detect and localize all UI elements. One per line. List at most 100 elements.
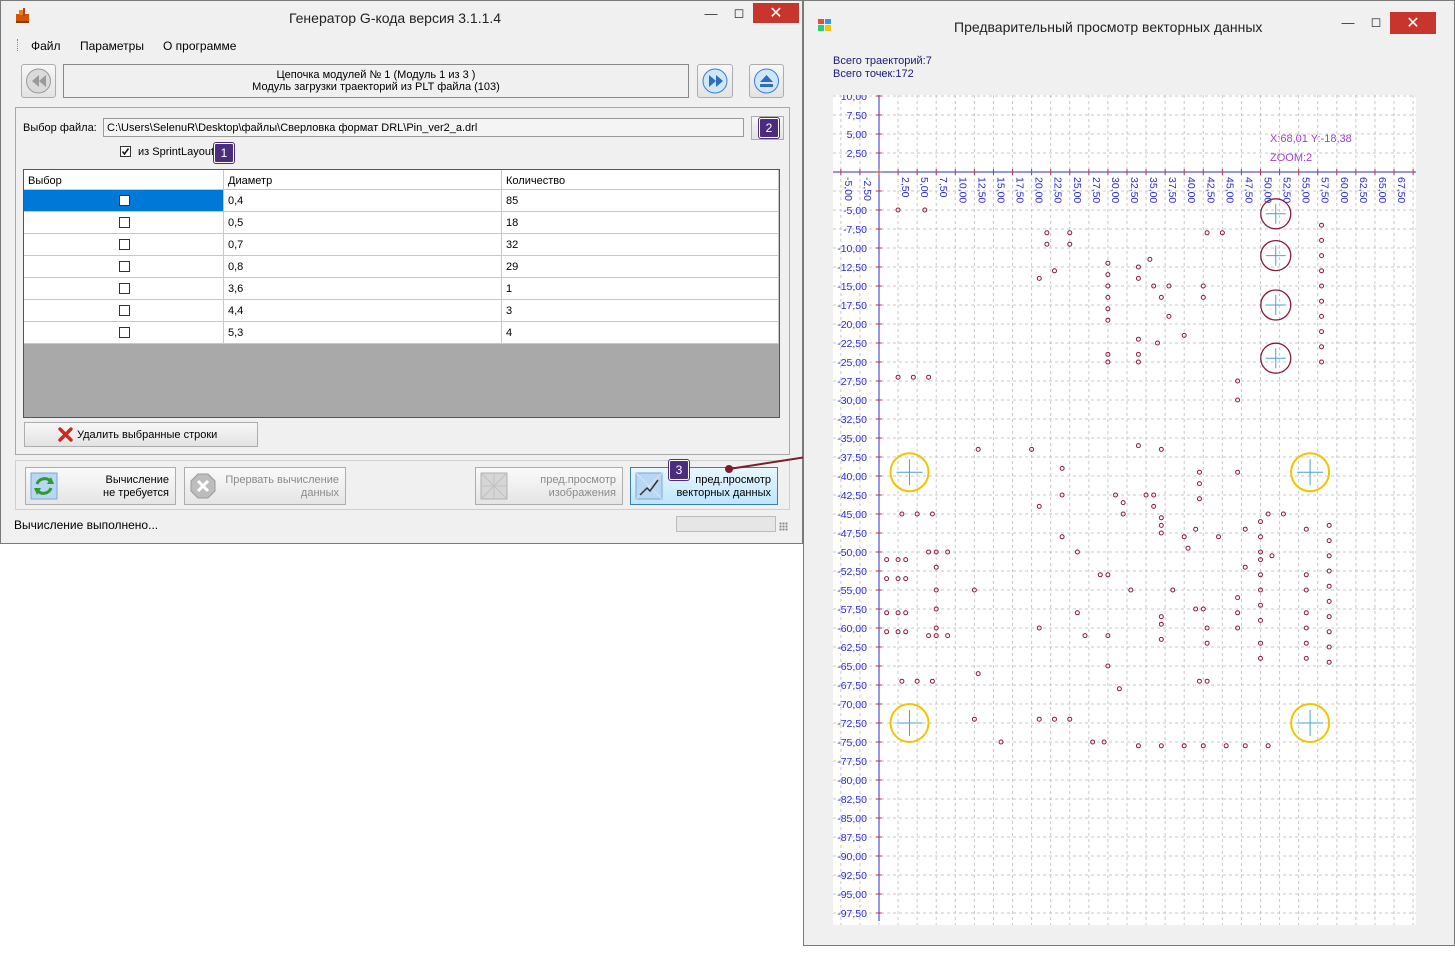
x-tick-label: 62,50 <box>1357 177 1369 203</box>
drill-point <box>1204 230 1210 236</box>
x-tick-label: 30,00 <box>1109 177 1121 203</box>
x-tick-label: 17,50 <box>1014 177 1026 203</box>
eject-button[interactable] <box>749 64 784 98</box>
file-path-field[interactable]: C:\Users\SelenuR\Desktop\файлы\Сверловка… <box>103 118 744 137</box>
drill-point <box>1265 743 1271 749</box>
close-icon[interactable]: ✕ <box>753 3 799 23</box>
row-select-checkbox[interactable] <box>119 239 130 250</box>
drill-point <box>1303 572 1309 578</box>
drill-point <box>975 671 981 677</box>
table-row-select-cell[interactable] <box>24 212 224 234</box>
table-row-select-cell[interactable] <box>24 278 224 300</box>
next-module-button[interactable] <box>697 64 733 98</box>
y-tick-label: -50,00 <box>837 547 867 559</box>
calc-line1: Вычисление <box>105 474 170 486</box>
drill-point <box>1059 465 1065 471</box>
total-paths: Всего траекторий:7 <box>833 55 932 67</box>
table-row-select-cell[interactable] <box>24 322 224 344</box>
table-row-select-cell[interactable] <box>24 300 224 322</box>
x-tick-label: 47,50 <box>1242 177 1254 203</box>
drill-point <box>1036 275 1042 281</box>
y-tick-label: -97,50 <box>837 908 867 920</box>
calc-button[interactable]: Вычисление не требуется <box>25 467 176 505</box>
preview-titlebar[interactable]: Предварительный просмотр векторных данны… <box>804 1 1454 35</box>
y-tick-label: -7,50 <box>843 224 867 236</box>
menu-file[interactable]: Файл <box>31 39 61 53</box>
drill-point <box>1319 268 1325 274</box>
total-points: Всего точек:172 <box>833 68 914 80</box>
row-select-checkbox[interactable] <box>119 195 130 206</box>
prev-module-button[interactable] <box>21 64 56 98</box>
x-tick-label: 10,00 <box>956 177 968 203</box>
drill-point <box>1135 351 1141 357</box>
drill-point <box>1158 614 1164 620</box>
abort-button[interactable]: Прервать вычисление данных <box>184 467 346 505</box>
preview-image-label: пред.просмотр изображения <box>540 474 616 500</box>
x-tick-label: 12,50 <box>975 177 987 203</box>
y-tick-label: -25,00 <box>837 357 867 369</box>
drill-point <box>975 446 981 452</box>
y-tick-label: -85,00 <box>837 813 867 825</box>
drill-point <box>1235 610 1241 616</box>
resize-grip-icon[interactable] <box>779 522 788 531</box>
y-tick-label: -27,50 <box>837 376 867 388</box>
drill-point <box>1196 469 1202 475</box>
preview-image-line2: изображения <box>548 487 616 499</box>
x-tick-label: 22,50 <box>1052 177 1064 203</box>
drill-point <box>1135 443 1141 449</box>
y-tick-label: -17,50 <box>837 300 867 312</box>
table-cell-count: 29 <box>502 256 779 278</box>
drill-point <box>1242 743 1248 749</box>
drill-point <box>1326 583 1332 589</box>
abort-line2: данных <box>300 487 339 499</box>
drill-point <box>1196 678 1202 684</box>
y-tick-label: -30,00 <box>837 395 867 407</box>
drill-point <box>884 557 890 563</box>
drill-point <box>1158 636 1164 642</box>
preview-maximize-icon[interactable]: ◻ <box>1362 12 1390 32</box>
table-cell-diameter: 5,3 <box>224 322 502 344</box>
preview-close-icon[interactable]: ✕ <box>1390 12 1436 34</box>
y-tick-label: -47,50 <box>837 528 867 540</box>
row-select-checkbox[interactable] <box>119 261 130 272</box>
table-row-select-cell[interactable] <box>24 256 224 278</box>
table-cell-diameter: 0,4 <box>224 190 502 212</box>
y-tick-label: -57,50 <box>837 604 867 616</box>
preview-image-line1: пред.просмотр <box>540 474 616 486</box>
table-cell-count: 3 <box>502 300 779 322</box>
drill-point <box>1326 614 1332 620</box>
sprint-layout-checkbox[interactable] <box>120 146 131 157</box>
minimize-icon[interactable]: — <box>697 3 725 23</box>
table-cell-diameter: 0,7 <box>224 234 502 256</box>
x-tick-label: 5,00 <box>918 177 930 198</box>
drill-point <box>1196 481 1202 487</box>
preview-minimize-icon[interactable]: — <box>1334 12 1362 32</box>
preview-image-button[interactable]: пред.просмотр изображения <box>475 467 623 505</box>
table-cell-count: 85 <box>502 190 779 212</box>
main-titlebar[interactable]: Генератор G-кода версия 3.1.1.4 — ◻ ✕ <box>1 1 802 33</box>
row-select-checkbox[interactable] <box>119 305 130 316</box>
row-select-checkbox[interactable] <box>119 217 130 228</box>
vector-plot[interactable]: 10,00 7,50 5,00 2,50 -5,00 -7,50 -10,00 -12,50 -… <box>833 91 1416 933</box>
table-row-select-cell[interactable] <box>24 190 224 212</box>
menu-parameters[interactable]: Параметры <box>80 39 144 53</box>
refresh-icon <box>30 472 58 500</box>
row-select-checkbox[interactable] <box>119 327 130 338</box>
delete-rows-button[interactable]: Удалить выбранные строки <box>24 422 258 447</box>
drill-point <box>1185 545 1191 551</box>
maximize-icon[interactable]: ◻ <box>725 3 753 23</box>
vector-preview-icon <box>635 472 663 500</box>
x-tick-label: 45,00 <box>1223 177 1235 203</box>
drill-point <box>1120 500 1126 506</box>
menu-about[interactable]: О программе <box>163 39 236 53</box>
progress-bar <box>676 516 776 532</box>
row-select-checkbox[interactable] <box>119 283 130 294</box>
drill-point <box>929 678 935 684</box>
delete-rows-label: Удалить выбранные строки <box>77 429 218 441</box>
menu-grip-icon <box>17 39 21 51</box>
y-tick-label: -40,00 <box>837 471 867 483</box>
vector-plot-canvas[interactable]: 10,00 7,50 5,00 2,50 -5,00 -7,50 -10,00 -12,50 -… <box>833 91 1416 933</box>
drill-point <box>899 678 905 684</box>
y-tick-label: -70,00 <box>837 699 867 711</box>
table-row-select-cell[interactable] <box>24 234 224 256</box>
